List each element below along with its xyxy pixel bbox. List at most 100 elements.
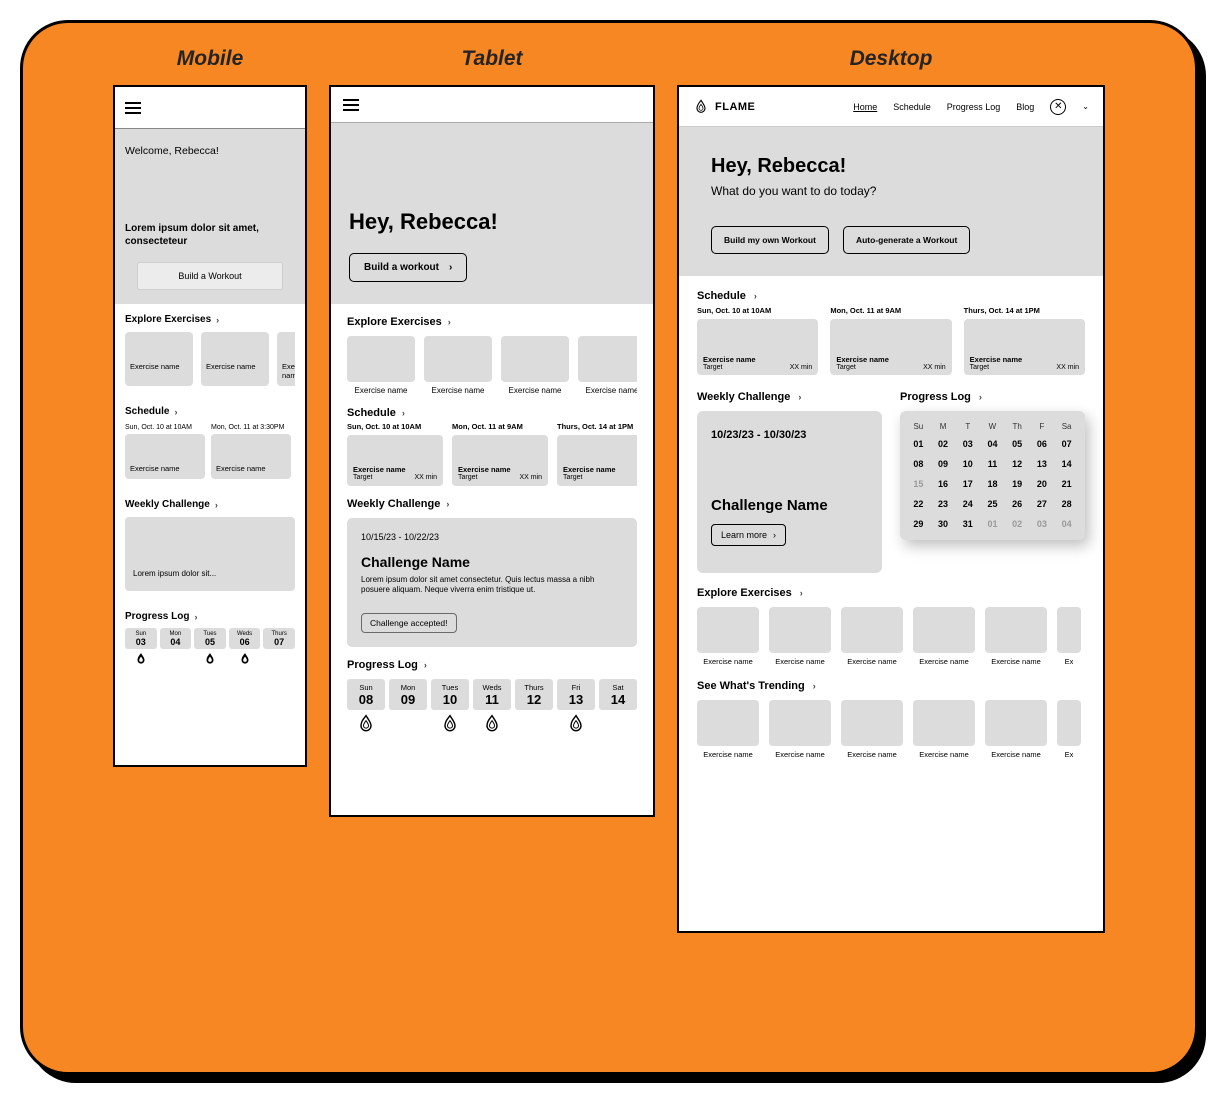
day-cell[interactable]: Tues10 [431, 679, 469, 710]
exercise-card[interactable]: Exercise name [501, 336, 569, 395]
exercise-card[interactable]: Exercise name [347, 336, 415, 395]
calendar-day[interactable]: 26 [1005, 494, 1030, 514]
schedule-card[interactable]: Mon, Oct. 11 at 9AM Exercise name Target… [830, 306, 951, 375]
day-cell[interactable]: Sun08 [347, 679, 385, 710]
nav-schedule[interactable]: Schedule [893, 102, 931, 112]
exercise-card[interactable]: Exercise name [913, 607, 975, 666]
exercise-card[interactable]: Exercise name [277, 332, 295, 386]
exercise-card[interactable]: Exercise name [697, 700, 759, 759]
exercise-card[interactable]: Exercise name [985, 607, 1047, 666]
nav-home[interactable]: Home [853, 102, 877, 112]
calendar-day[interactable]: 06 [1030, 434, 1055, 454]
schedule-card[interactable]: Sun, Oct. 10 at 10AM Exercise name Targe… [697, 306, 818, 375]
exercise-card[interactable]: Exercise name [201, 332, 269, 386]
challenge-accepted-button[interactable]: Challenge accepted! [361, 613, 457, 633]
hamburger-icon[interactable] [125, 102, 141, 114]
exercise-card[interactable]: Exercise name [125, 332, 193, 386]
calendar-day[interactable]: 01 [980, 514, 1005, 534]
calendar-day[interactable]: 01 [906, 434, 931, 454]
day-cell[interactable]: Tues05 [194, 628, 226, 649]
explore-heading[interactable]: Explore Exercises› [125, 314, 295, 325]
calendar-day[interactable]: 24 [955, 494, 980, 514]
challenge-card[interactable]: Lorem ipsum dolor sit... [125, 517, 295, 591]
schedule-card[interactable]: Thurs, Oct. 14 at 1PM Exercise name Targ… [964, 306, 1085, 375]
schedule-card[interactable]: Mon, Oct. 11 at 9AM Exercise name Target… [452, 422, 548, 486]
exercise-card[interactable]: Exercise name [841, 607, 903, 666]
calendar-day[interactable]: 20 [1030, 474, 1055, 494]
schedule-heading[interactable]: Schedule› [347, 407, 637, 419]
explore-heading[interactable]: Explore Exercises› [697, 587, 1085, 599]
calendar-day[interactable]: 22 [906, 494, 931, 514]
day-cell[interactable]: Thurs12 [515, 679, 553, 710]
progress-heading[interactable]: Progress Log› [900, 391, 1085, 403]
calendar-day[interactable]: 09 [931, 454, 956, 474]
day-cell[interactable]: Weds06 [229, 628, 261, 649]
exercise-card[interactable]: Exercise name [769, 607, 831, 666]
calendar-day[interactable]: 25 [980, 494, 1005, 514]
calendar-day[interactable]: 07 [1054, 434, 1079, 454]
weekly-heading[interactable]: Weekly Challenge› [697, 391, 882, 403]
schedule-card[interactable]: Sun, Oct. 10 at 10AM Exercise name Targe… [347, 422, 443, 486]
calendar-day[interactable]: 11 [980, 454, 1005, 474]
build-workout-button[interactable]: Build a Workout [137, 262, 283, 290]
day-cell[interactable]: Mon09 [389, 679, 427, 710]
exercise-card[interactable]: Ex [1057, 607, 1081, 666]
calendar-day[interactable]: 21 [1054, 474, 1079, 494]
calendar-day[interactable]: 02 [931, 434, 956, 454]
calendar-day[interactable]: 17 [955, 474, 980, 494]
day-cell[interactable]: Thurs07 [263, 628, 295, 649]
calendar-day[interactable]: 10 [955, 454, 980, 474]
chevron-down-icon[interactable]: ⌄ [1082, 102, 1089, 111]
calendar-day[interactable]: 30 [931, 514, 956, 534]
nav-progress-log[interactable]: Progress Log [947, 102, 1001, 112]
calendar-day[interactable]: 28 [1054, 494, 1079, 514]
exercise-card[interactable]: Exercise name [985, 700, 1047, 759]
schedule-card[interactable]: Sun, Oct. 10 at 10AM Exercise name [125, 424, 205, 479]
calendar-day[interactable]: 08 [906, 454, 931, 474]
exercise-card[interactable]: Exercise name [697, 607, 759, 666]
progress-heading[interactable]: Progress Log› [125, 611, 295, 622]
calendar-day[interactable]: 27 [1030, 494, 1055, 514]
day-cell[interactable]: Sun03 [125, 628, 157, 649]
day-cell[interactable]: Fri13 [557, 679, 595, 710]
schedule-card[interactable]: Mon, Oct. 11 at 3:30PM Exercise name [211, 424, 291, 479]
calendar-day[interactable]: 13 [1030, 454, 1055, 474]
calendar-day[interactable]: 03 [955, 434, 980, 454]
progress-heading[interactable]: Progress Log› [347, 659, 637, 671]
nav-blog[interactable]: Blog [1016, 102, 1034, 112]
day-cell[interactable]: Sat14 [599, 679, 637, 710]
calendar-day[interactable]: 16 [931, 474, 956, 494]
learn-more-button[interactable]: Learn more› [711, 524, 786, 546]
exercise-card[interactable]: Exercise name [841, 700, 903, 759]
calendar-day[interactable]: 19 [1005, 474, 1030, 494]
day-cell[interactable]: Mon04 [160, 628, 192, 649]
user-avatar-icon[interactable]: ✕ [1050, 99, 1066, 115]
calendar-day[interactable]: 02 [1005, 514, 1030, 534]
calendar-day[interactable]: 14 [1054, 454, 1079, 474]
calendar-day[interactable]: 04 [980, 434, 1005, 454]
build-workout-button[interactable]: Build a workout› [349, 253, 467, 282]
auto-generate-workout-button[interactable]: Auto-generate a Workout [843, 226, 970, 254]
day-cell[interactable]: Weds11 [473, 679, 511, 710]
exercise-card[interactable]: Exercise name [424, 336, 492, 395]
calendar-day[interactable]: 29 [906, 514, 931, 534]
calendar-day[interactable]: 23 [931, 494, 956, 514]
calendar-day[interactable]: 04 [1054, 514, 1079, 534]
exercise-card[interactable]: Exercise name [578, 336, 637, 395]
calendar-day[interactable]: 18 [980, 474, 1005, 494]
weekly-heading[interactable]: Weekly Challenge› [347, 498, 637, 510]
calendar[interactable]: SuMTWThFSa010203040506070809101112131415… [900, 411, 1085, 540]
schedule-card[interactable]: Thurs, Oct. 14 at 1PM Exercise name Targ… [557, 422, 637, 486]
exercise-card[interactable]: Exercise name [913, 700, 975, 759]
build-my-own-workout-button[interactable]: Build my own Workout [711, 226, 829, 254]
weekly-heading[interactable]: Weekly Challenge› [125, 499, 295, 510]
schedule-heading[interactable]: Schedule› [125, 406, 295, 417]
calendar-day[interactable]: 12 [1005, 454, 1030, 474]
calendar-day[interactable]: 05 [1005, 434, 1030, 454]
trending-heading[interactable]: See What's Trending› [697, 680, 1085, 692]
calendar-day[interactable]: 15 [906, 474, 931, 494]
exercise-card[interactable]: Exercise name [769, 700, 831, 759]
calendar-day[interactable]: 31 [955, 514, 980, 534]
schedule-heading[interactable]: Schedule› [697, 290, 1085, 302]
exercise-card[interactable]: Ex [1057, 700, 1081, 759]
